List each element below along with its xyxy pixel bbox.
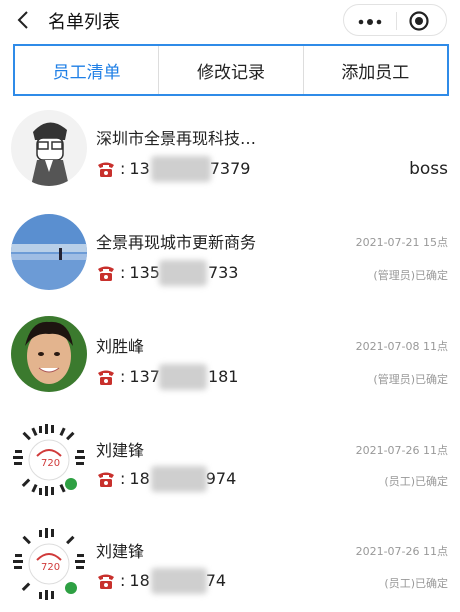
timestamp: 2021-07-26 11点 (355, 444, 448, 457)
item-name: 刘建锋 (96, 542, 145, 561)
timestamp: 2021-07-21 15点 (355, 236, 448, 249)
role-status: (员工)已确定 (384, 475, 448, 488)
list-item[interactable]: 720 刘建锋 2021-07-26 11点 : 18 74 (员工)已确定 (0, 516, 460, 612)
capsule-divider (396, 12, 397, 30)
redaction-blur (159, 364, 208, 390)
list-item[interactable]: 全景再现城市更新商务 2021-07-21 15点 : 135 733 (管理员)… (0, 204, 460, 308)
page-title: 名单列表 (48, 12, 120, 33)
mini-program-capsule (343, 4, 447, 36)
phone-number: 137 181 (129, 364, 238, 390)
target-icon[interactable] (409, 11, 429, 31)
phone-row: : 13 7379 (96, 156, 250, 182)
item-name: 刘建锋 (96, 441, 145, 460)
telephone-icon (96, 470, 116, 488)
redaction-blur (151, 156, 212, 182)
role-status: (管理员)已确定 (373, 373, 448, 386)
role-status: (员工)已确定 (384, 577, 448, 590)
telephone-icon (96, 160, 116, 178)
redaction-blur (151, 466, 208, 492)
phone-row: : 137 181 (96, 364, 238, 390)
tab-add-staff[interactable]: 添加员工 (304, 46, 447, 94)
svg-text:720: 720 (41, 562, 60, 573)
item-name: 全景再现城市更新商务 (96, 233, 257, 252)
phone-number: 13 7379 (129, 156, 250, 182)
timestamp: 2021-07-26 11点 (355, 545, 448, 558)
chevron-left-icon[interactable] (14, 10, 34, 30)
tab-edit-records[interactable]: 修改记录 (159, 46, 304, 94)
phone-number: 135 733 (129, 260, 238, 286)
phone-row: : 135 733 (96, 260, 238, 286)
phone-row: : 18 974 (96, 466, 236, 492)
avatar (11, 214, 87, 290)
item-name: 深圳市全景再现科技… (96, 129, 257, 148)
svg-text:720: 720 (41, 458, 60, 469)
more-dots-icon[interactable] (356, 14, 384, 28)
top-bar: 名单列表 (0, 0, 460, 40)
role-status: (管理员)已确定 (373, 269, 448, 282)
avatar (11, 110, 87, 186)
list-item[interactable]: 深圳市全景再现科技… : 13 7379 boss (0, 100, 460, 204)
list-item[interactable]: 720 刘建锋 2021-07-26 11点 : 18 974 (员工)已确定 (0, 412, 460, 516)
phone-number: 18 74 (129, 568, 226, 594)
telephone-icon (96, 572, 116, 590)
timestamp: 2021-07-08 11点 (355, 340, 448, 353)
mini-program-code: 720 (11, 526, 87, 602)
telephone-icon (96, 264, 116, 282)
mini-program-code: 720 (11, 422, 87, 498)
item-name: 刘胜峰 (96, 337, 145, 356)
phone-row: : 18 74 (96, 568, 226, 594)
telephone-icon (96, 368, 116, 386)
avatar (11, 316, 87, 392)
role-label: boss (409, 159, 448, 179)
tab-bar: 员工清单 修改记录 添加员工 (13, 44, 449, 96)
tab-staff-list[interactable]: 员工清单 (15, 46, 160, 94)
redaction-blur (151, 568, 208, 594)
redaction-blur (159, 260, 208, 286)
list-item[interactable]: 刘胜峰 2021-07-08 11点 : 137 181 (管理员)已确定 (0, 308, 460, 412)
phone-number: 18 974 (129, 466, 236, 492)
